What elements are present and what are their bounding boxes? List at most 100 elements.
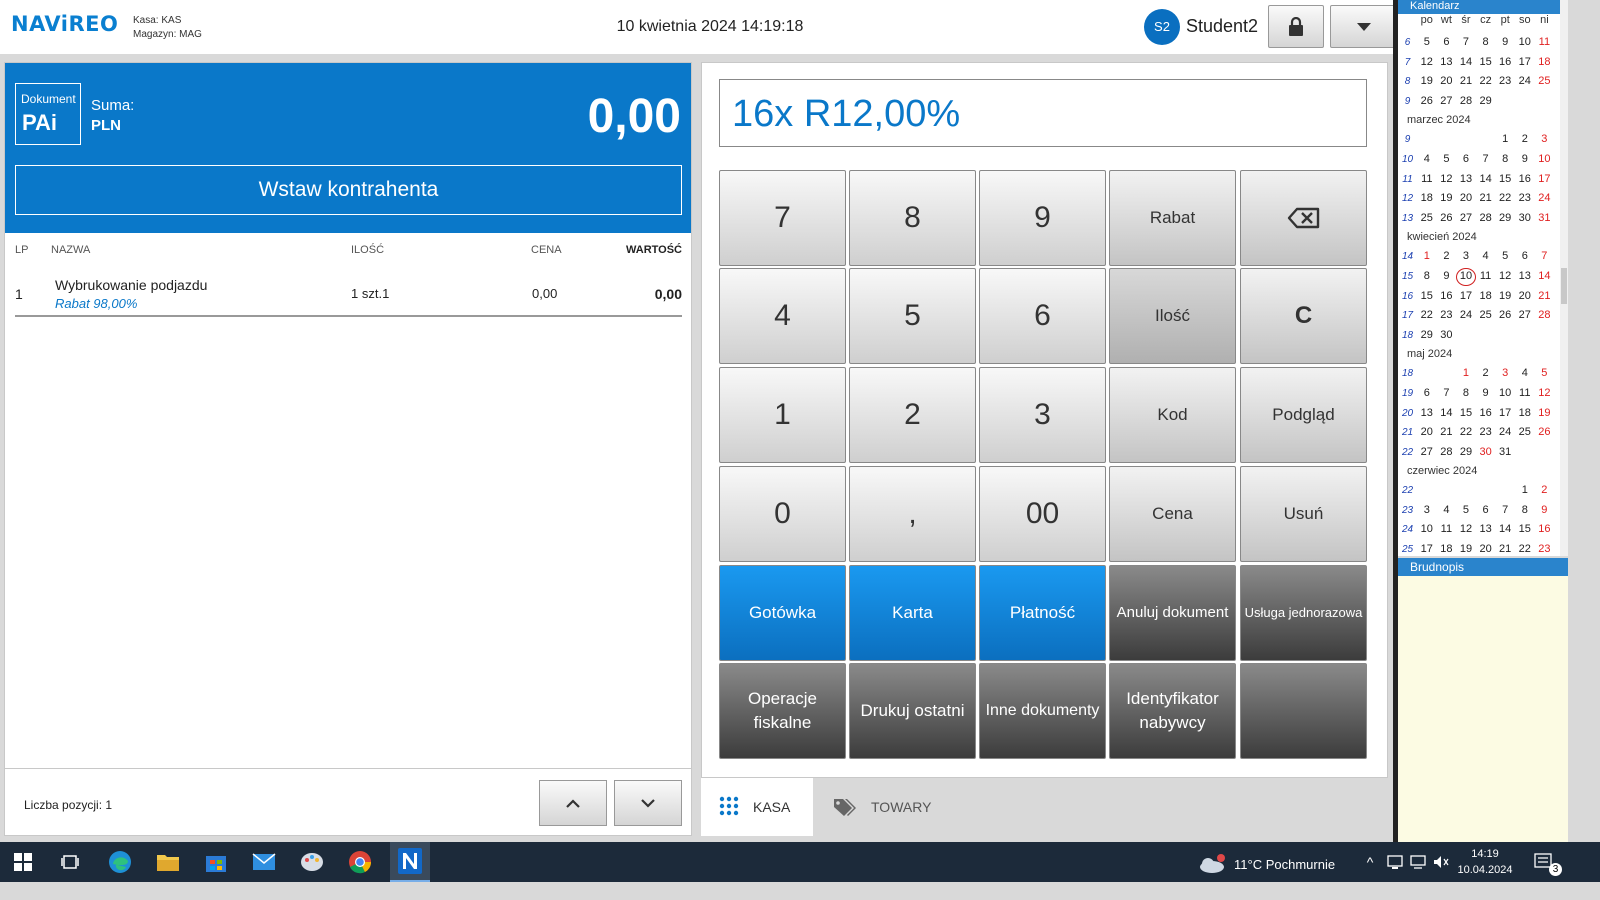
calendar-day[interactable]: 4: [1437, 501, 1457, 521]
key-6[interactable]: 6: [979, 268, 1106, 364]
fiscal-operations-button[interactable]: Operacje fiskalne: [719, 663, 846, 759]
calendar-day[interactable]: 29: [1417, 326, 1437, 346]
calendar-day[interactable]: 1: [1495, 130, 1515, 150]
calendar-day[interactable]: 5: [1417, 33, 1437, 53]
calendar-day[interactable]: 12: [1437, 170, 1457, 190]
task-view-icon[interactable]: [56, 848, 84, 876]
calendar-day[interactable]: 22: [1417, 306, 1437, 326]
calendar-day[interactable]: 29: [1495, 209, 1515, 229]
calendar-day[interactable]: 14: [1535, 267, 1555, 287]
calendar-day[interactable]: 19: [1417, 72, 1437, 92]
calendar-day[interactable]: 14: [1437, 404, 1457, 424]
backspace-button[interactable]: [1240, 170, 1367, 266]
edge-browser-icon[interactable]: [106, 848, 134, 876]
calendar-day[interactable]: 2: [1535, 481, 1555, 501]
lock-button[interactable]: [1268, 5, 1324, 48]
calendar-day[interactable]: 2: [1515, 130, 1535, 150]
calendar-day[interactable]: 11: [1417, 170, 1437, 190]
calendar-day[interactable]: 26: [1417, 92, 1437, 112]
calendar-day[interactable]: 26: [1535, 423, 1555, 443]
calendar-day[interactable]: 12: [1535, 384, 1555, 404]
calendar-day[interactable]: 10: [1535, 150, 1555, 170]
calendar-scrollbar[interactable]: [1560, 0, 1568, 556]
calendar-day[interactable]: 8: [1515, 501, 1535, 521]
scrollbar-thumb[interactable]: [1561, 268, 1567, 304]
calendar-day[interactable]: 12: [1456, 520, 1476, 540]
calendar-day[interactable]: 13: [1417, 404, 1437, 424]
calendar-day[interactable]: 21: [1476, 189, 1496, 209]
calendar-day[interactable]: 13: [1476, 520, 1496, 540]
calendar-day[interactable]: 6: [1456, 150, 1476, 170]
key-4[interactable]: 4: [719, 268, 846, 364]
calendar-day[interactable]: 18: [1437, 540, 1457, 556]
calendar-day[interactable]: 18: [1476, 287, 1496, 307]
table-row[interactable]: 1 Wybrukowanie podjazdu Rabat 98,00% 1 s…: [15, 269, 682, 317]
calendar-day[interactable]: 6: [1515, 247, 1535, 267]
taskbar-clock[interactable]: 14:19 10.04.2024: [1455, 846, 1515, 878]
calendar-day[interactable]: 7: [1495, 501, 1515, 521]
calendar-day[interactable]: 22: [1495, 189, 1515, 209]
payment-button[interactable]: Płatność: [979, 565, 1106, 661]
chrome-icon[interactable]: [346, 848, 374, 876]
empty-key[interactable]: [1240, 663, 1367, 759]
calendar-day[interactable]: 19: [1535, 404, 1555, 424]
calendar-day[interactable]: 12: [1417, 53, 1437, 73]
calendar-day[interactable]: 3: [1535, 130, 1555, 150]
calendar-day[interactable]: 23: [1535, 540, 1555, 556]
menu-dropdown-button[interactable]: [1330, 5, 1398, 48]
calendar-day[interactable]: 13: [1456, 170, 1476, 190]
calendar-day[interactable]: 29: [1456, 443, 1476, 463]
code-button[interactable]: Kod: [1109, 367, 1236, 463]
calendar-day[interactable]: 16: [1515, 170, 1535, 190]
calendar-day[interactable]: 24: [1456, 306, 1476, 326]
calendar-day[interactable]: 25: [1417, 209, 1437, 229]
windows-start-icon[interactable]: [9, 848, 37, 876]
calendar-day[interactable]: 8: [1476, 33, 1496, 53]
print-last-button[interactable]: Drukuj ostatni: [849, 663, 976, 759]
mail-icon[interactable]: [250, 848, 278, 876]
key-3[interactable]: 3: [979, 367, 1106, 463]
calendar-day[interactable]: 29: [1476, 92, 1496, 112]
calendar-day[interactable]: 5: [1535, 364, 1555, 384]
calendar-day[interactable]: 19: [1456, 540, 1476, 556]
calendar-day[interactable]: 16: [1476, 404, 1496, 424]
calendar-day[interactable]: 1: [1417, 247, 1437, 267]
insert-contractor-button[interactable]: Wstaw kontrahenta: [15, 165, 682, 215]
discount-button[interactable]: Rabat: [1109, 170, 1236, 266]
calendar-day[interactable]: 30: [1476, 443, 1496, 463]
calendar-day[interactable]: 14: [1495, 520, 1515, 540]
paint-icon[interactable]: [298, 848, 326, 876]
calendar-day[interactable]: 20: [1476, 540, 1496, 556]
file-explorer-icon[interactable]: [154, 848, 182, 876]
calendar-day[interactable]: 7: [1437, 384, 1457, 404]
key-7[interactable]: 7: [719, 170, 846, 266]
calendar-day[interactable]: 17: [1456, 287, 1476, 307]
speaker-icon[interactable]: [1427, 848, 1455, 876]
calendar-day[interactable]: 24: [1535, 189, 1555, 209]
calendar-day[interactable]: 18: [1515, 404, 1535, 424]
delete-button[interactable]: Usuń: [1240, 466, 1367, 562]
calendar-day[interactable]: 25: [1515, 423, 1535, 443]
tab-towary[interactable]: TOWARY: [813, 778, 973, 836]
calendar-day[interactable]: 8: [1495, 150, 1515, 170]
calendar-day[interactable]: 9: [1437, 267, 1457, 287]
calendar-day[interactable]: 30: [1515, 209, 1535, 229]
calendar-day[interactable]: 15: [1456, 404, 1476, 424]
calendar-day[interactable]: 14: [1476, 170, 1496, 190]
calendar-day[interactable]: 23: [1515, 189, 1535, 209]
calendar-day[interactable]: 18: [1535, 53, 1555, 73]
one-time-service-button[interactable]: Usługa jednorazowa: [1240, 565, 1367, 661]
calendar-day[interactable]: 20: [1417, 423, 1437, 443]
calendar-day[interactable]: 4: [1476, 247, 1496, 267]
calendar-day[interactable]: 24: [1495, 423, 1515, 443]
weather-widget[interactable]: 11°C Pochmurnie: [1198, 854, 1335, 874]
clear-button[interactable]: C: [1240, 268, 1367, 364]
calendar-day[interactable]: 13: [1437, 53, 1457, 73]
calendar-day[interactable]: 5: [1456, 501, 1476, 521]
username[interactable]: Student2: [1186, 16, 1258, 37]
calendar-day[interactable]: 19: [1495, 287, 1515, 307]
calendar-day[interactable]: 15: [1495, 170, 1515, 190]
calendar-day[interactable]: 20: [1515, 287, 1535, 307]
calendar-day[interactable]: 10: [1495, 384, 1515, 404]
calendar-day[interactable]: 6: [1476, 501, 1496, 521]
